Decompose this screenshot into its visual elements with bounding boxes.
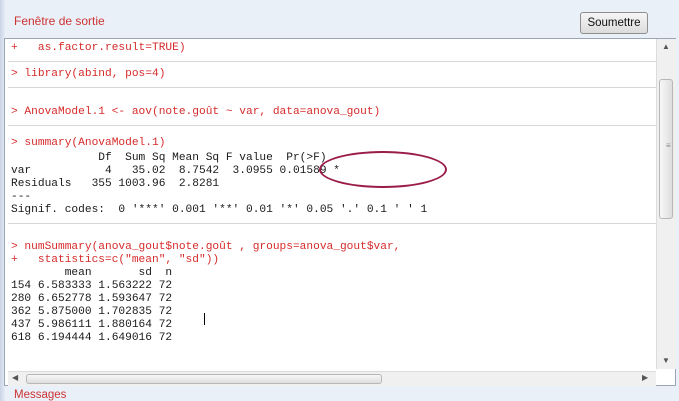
output-console[interactable]: + as.factor.result=TRUE) > library(abind…: [8, 39, 658, 369]
grip-icon: ≡: [666, 141, 671, 150]
output-window-title: Fenêtre de sortie: [14, 14, 105, 28]
scroll-down-icon[interactable]: ▼: [662, 356, 670, 365]
horizontal-scroll-thumb[interactable]: [26, 374, 382, 384]
scroll-up-icon[interactable]: ▲: [662, 42, 670, 51]
console-line: 618 6.194444 1.649016 72: [11, 332, 173, 344]
messages-window-title: Messages: [14, 389, 67, 401]
scroll-left-icon[interactable]: ◀: [12, 373, 18, 382]
console-line: > library(abind, pos=4): [11, 68, 166, 80]
console-line: Residuals 355 1003.96 2.8281: [11, 178, 220, 190]
console-line: Df Sum Sq Mean Sq F value Pr(>F): [11, 152, 340, 164]
console-line: > numSummary(anova_gout$note.goût , grou…: [11, 241, 401, 253]
horizontal-scrollbar[interactable]: ◀ ▶: [8, 371, 656, 386]
console-line: + as.factor.result=TRUE): [11, 42, 186, 54]
vertical-scroll-thumb[interactable]: ≡: [659, 79, 673, 219]
console-line: > AnovaModel.1 <- aov(note.goût ~ var, d…: [11, 106, 381, 118]
console-line: 362 5.875000 1.702835 72: [11, 306, 173, 318]
console-line: 437 5.986111 1.880164 72: [11, 319, 173, 331]
command-separator: [8, 61, 658, 62]
submit-button[interactable]: Soumettre: [580, 12, 648, 34]
console-line: Signif. codes: 0 '***' 0.001 '**' 0.01 '…: [11, 204, 428, 216]
vertical-scrollbar[interactable]: ▲ ≡ ▼: [656, 39, 676, 369]
command-separator: [8, 125, 658, 126]
command-separator: [8, 87, 658, 88]
console-line: 154 6.583333 1.563222 72: [11, 280, 173, 292]
console-line: var 4 35.02 8.7542 3.0955 0.01589 *: [11, 165, 340, 177]
console-line: + statistics=c("mean", "sd")): [11, 254, 220, 266]
console-line: ---: [11, 191, 32, 203]
text-cursor: [204, 313, 205, 325]
command-separator: [8, 223, 658, 224]
console-line: 280 6.652778 1.593647 72: [11, 293, 173, 305]
console-line: > summary(AnovaModel.1): [11, 137, 166, 149]
console-line: mean sd n: [11, 267, 173, 279]
scroll-right-icon[interactable]: ▶: [642, 373, 648, 382]
